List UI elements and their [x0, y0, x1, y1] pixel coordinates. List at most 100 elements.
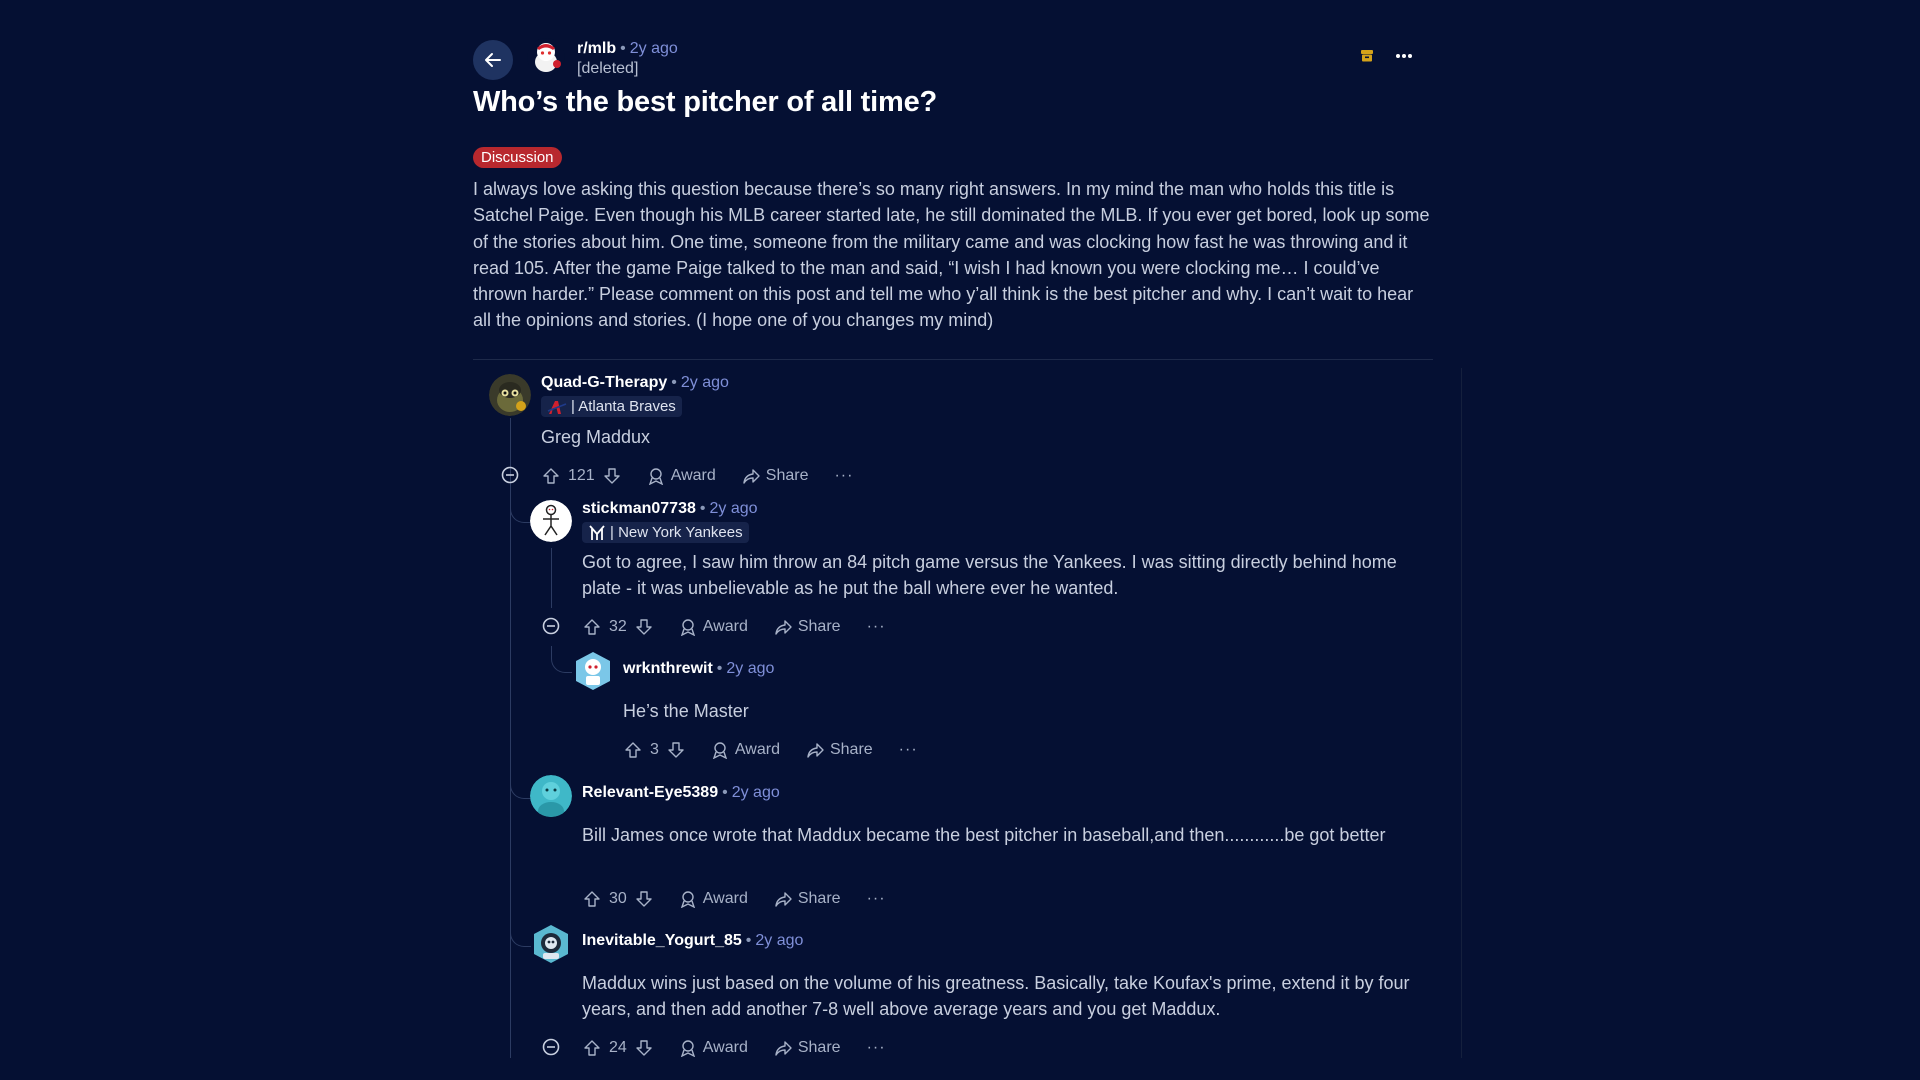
share-label: Share [797, 1039, 841, 1056]
share-icon [775, 1041, 792, 1056]
comment-meta: Quad-G-Therapy • 2y ago [541, 374, 729, 392]
downvote-icon[interactable] [635, 618, 653, 636]
upvote-icon[interactable] [542, 467, 560, 485]
share-button[interactable]: Share [806, 741, 873, 759]
vote-count: 3 [650, 741, 659, 758]
downvote-icon[interactable] [635, 1039, 653, 1057]
comment-meta: Relevant-Eye5389 • 2y ago [582, 784, 780, 802]
subreddit-name[interactable]: r/mlb [577, 40, 616, 57]
share-button[interactable]: Share [774, 1039, 841, 1057]
comment-more-button[interactable]: ··· [834, 467, 853, 485]
award-button[interactable]: Award [679, 618, 748, 636]
comment-text: He’s the Master [623, 701, 749, 721]
award-label: Award [670, 467, 716, 484]
award-icon [680, 891, 695, 908]
comment-text: Got to agree, I saw him throw an 84 pitc… [582, 552, 1397, 598]
user-flair: | Atlanta Braves [541, 396, 682, 417]
user-avatar[interactable] [530, 923, 572, 965]
vote-count: 24 [609, 1039, 627, 1056]
comment-time: 2y ago [709, 500, 758, 517]
share-button[interactable]: Share [774, 618, 841, 636]
award-icon [648, 468, 663, 485]
meta-separator: • [620, 40, 626, 57]
thread-line [551, 646, 552, 658]
award-label: Award [702, 618, 748, 635]
comment-actions: 30 Award Share ··· [583, 888, 886, 910]
back-button[interactable] [473, 40, 513, 80]
header-actions [1359, 48, 1413, 64]
comment-meta: stickman07738 • 2y ago [582, 500, 758, 518]
comment-time: 2y ago [680, 374, 729, 391]
archive-icon [1361, 50, 1373, 62]
comment-username[interactable]: Relevant-Eye5389 [582, 784, 718, 801]
vote-count: 30 [609, 890, 627, 907]
downvote-icon[interactable] [667, 741, 685, 759]
comment-more-button[interactable]: ··· [867, 890, 886, 908]
collapse-icon[interactable] [542, 1038, 560, 1056]
comment-text: Maddux wins just based on the volume of … [582, 973, 1410, 1019]
post-header: r/mlb • 2y ago [deleted] [473, 38, 1423, 84]
award-label: Award [734, 741, 780, 758]
collapse-icon[interactable] [542, 617, 560, 635]
more-icon[interactable] [1395, 53, 1413, 59]
share-label: Share [797, 890, 841, 907]
post-time: 2y ago [629, 40, 678, 57]
share-label: Share [829, 741, 873, 758]
collapse-icon[interactable] [501, 466, 519, 484]
user-avatar[interactable] [530, 775, 572, 817]
meta-separator: • [722, 784, 728, 801]
meta-separator: • [699, 500, 706, 517]
user-avatar[interactable] [489, 374, 531, 416]
thread-connector [510, 920, 531, 947]
comment-text: Greg Maddux [541, 427, 651, 447]
post-flair[interactable]: Discussion [473, 147, 562, 168]
award-button[interactable]: Award [711, 741, 780, 759]
meta-separator: • [716, 660, 723, 677]
comment-time: 2y ago [726, 660, 775, 677]
comment-username[interactable]: wrknthrewit [623, 660, 713, 677]
vote-count: 32 [609, 618, 627, 635]
content-edge-rule [1461, 368, 1462, 1058]
meta-separator: • [671, 374, 677, 391]
user-flair-text: | Atlanta Braves [571, 398, 676, 415]
upvote-icon[interactable] [624, 741, 642, 759]
vote-count: 121 [568, 467, 595, 484]
award-button[interactable]: Award [679, 1039, 748, 1057]
comment-meta: Inevitable_Yogurt_85 • 2y ago [582, 932, 803, 950]
comment-more-button[interactable]: ··· [867, 1039, 886, 1057]
comment-username[interactable]: stickman07738 [582, 500, 696, 517]
comment-username[interactable]: Quad-G-Therapy [541, 374, 667, 391]
post-author[interactable]: [deleted] [577, 60, 638, 78]
user-avatar[interactable] [530, 500, 572, 542]
award-label: Award [702, 890, 748, 907]
yankees-logo-icon [589, 524, 605, 540]
share-icon [775, 892, 792, 907]
share-label: Share [765, 467, 809, 484]
upvote-icon[interactable] [583, 890, 601, 908]
share-icon [743, 469, 760, 484]
upvote-icon[interactable] [583, 1039, 601, 1057]
award-icon [680, 619, 695, 636]
subreddit-avatar[interactable] [527, 38, 565, 76]
comment-actions: 121 Award Share ··· [542, 465, 853, 487]
upvote-icon[interactable] [583, 618, 601, 636]
downvote-icon[interactable] [635, 890, 653, 908]
post-title: Who’s the best pitcher of all time? [473, 86, 938, 118]
comment-text: Bill James once wrote that Maddux became… [582, 825, 1386, 845]
share-label: Share [797, 618, 841, 635]
user-flair-text: | New York Yankees [610, 524, 743, 541]
comment-username[interactable]: Inevitable_Yogurt_85 [582, 932, 742, 949]
award-label: Award [702, 1039, 748, 1056]
award-icon [712, 742, 727, 759]
user-avatar[interactable] [572, 650, 614, 692]
award-button[interactable]: Award [647, 467, 716, 485]
share-button[interactable]: Share [774, 890, 841, 908]
share-button[interactable]: Share [742, 467, 809, 485]
thread-connector [510, 772, 531, 799]
comment-more-button[interactable]: ··· [899, 741, 918, 759]
comment-meta: wrknthrewit • 2y ago [623, 660, 774, 678]
share-icon [775, 620, 792, 635]
comment-more-button[interactable]: ··· [867, 618, 886, 636]
downvote-icon[interactable] [603, 467, 621, 485]
award-button[interactable]: Award [679, 890, 748, 908]
